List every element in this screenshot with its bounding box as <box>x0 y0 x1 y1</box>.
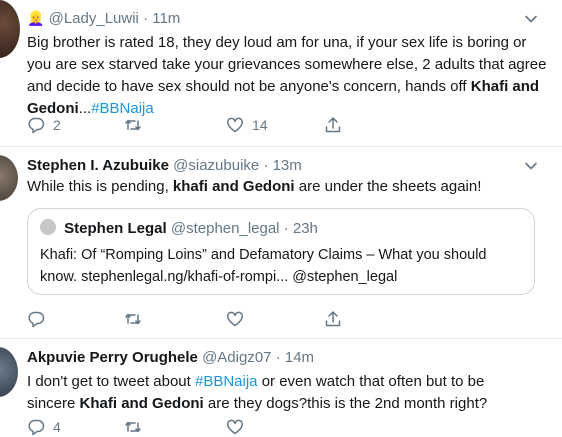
reply-icon <box>28 419 45 436</box>
tweet-text: I don't get to tweet about #BBNaija or e… <box>27 371 487 415</box>
share-icon <box>325 117 341 133</box>
tweet-3[interactable]: Akpuvie Perry Orughele @Adigz07 · 14m I … <box>0 339 562 437</box>
tweet-line: sincere Khafi and Gedoni are they dogs?t… <box>27 395 488 412</box>
share-button[interactable] <box>324 115 342 135</box>
reply-icon <box>28 117 45 134</box>
bold-text: Khafi and <box>470 78 540 95</box>
tweet-line: and decide to have sex should not be any… <box>27 78 540 95</box>
retweet-icon <box>125 119 141 131</box>
share-button[interactable] <box>324 309 342 329</box>
tweet-1[interactable]: 👱‍♀️ @Lady_Luwii · 11m Big brother is ra… <box>0 0 562 146</box>
quoted-handle: @stephen_legal <box>170 220 280 237</box>
tweet-text: While this is pending, khafi and Gedoni … <box>27 178 482 195</box>
tweet-line: Gedoni...#BBNaija <box>27 100 154 117</box>
quoted-tweet[interactable]: Stephen Legal @stephen_legal · 23h Khafi… <box>27 208 535 295</box>
tweet-time[interactable]: · 11m <box>143 10 180 27</box>
avatar[interactable] <box>0 0 20 58</box>
reply-button[interactable] <box>27 309 45 329</box>
tweet-author-name[interactable]: Stephen I. Azubuike <box>27 157 169 174</box>
retweet-button[interactable] <box>124 115 142 135</box>
tweet-author-name[interactable]: Akpuvie Perry Orughele <box>27 349 198 366</box>
bold-text: Khafi and Gedoni <box>79 395 204 412</box>
bold-text: khafi and Gedoni <box>172 178 295 195</box>
like-button[interactable] <box>226 417 244 437</box>
hashtag-link[interactable]: #BBNaija <box>91 100 154 117</box>
reply-icon <box>28 311 45 328</box>
reply-count: 4 <box>53 419 61 435</box>
avatar[interactable] <box>0 347 18 397</box>
tweet-handle[interactable]: @siazubuike <box>173 157 259 174</box>
retweet-icon <box>125 421 141 433</box>
reply-count: 2 <box>53 117 61 133</box>
like-button[interactable] <box>226 309 244 329</box>
reply-button[interactable]: 4 <box>27 417 61 437</box>
tweet-time[interactable]: · 13m <box>263 157 301 174</box>
like-icon <box>227 311 243 327</box>
tweet-line: Big brother is rated 18, they dey loud a… <box>27 34 527 51</box>
share-icon <box>325 311 341 327</box>
tweet-line: you are sex starved take your grievances… <box>27 56 547 73</box>
quoted-time: · 23h <box>283 220 318 237</box>
avatar <box>40 219 56 235</box>
tweet-handle[interactable]: @Adigz07 <box>202 349 271 366</box>
retweet-button[interactable] <box>124 309 142 329</box>
tweet-time[interactable]: · 14m <box>276 349 314 366</box>
reply-button[interactable]: 2 <box>27 115 61 135</box>
avatar[interactable] <box>0 155 18 201</box>
tweet-handle[interactable]: @Lady_Luwii <box>49 10 139 27</box>
tweet-line: I don't get to tweet about #BBNaija or e… <box>27 373 485 390</box>
like-button[interactable]: 14 <box>226 115 268 135</box>
chevron-down-icon[interactable] <box>522 157 540 175</box>
like-count: 14 <box>252 117 268 133</box>
hashtag-link[interactable]: #BBNaija <box>195 373 258 390</box>
quoted-text: Khafi: Of “Romping Loins” and Defamatory… <box>40 247 487 285</box>
retweet-icon <box>125 313 141 325</box>
emoji-icon: 👱‍♀️ <box>27 10 45 26</box>
chevron-down-icon[interactable] <box>522 10 540 28</box>
tweet-text: Big brother is rated 18, they dey loud a… <box>27 32 546 120</box>
like-icon <box>227 419 243 435</box>
like-icon <box>227 117 243 133</box>
quoted-author-name: Stephen Legal <box>64 220 167 237</box>
retweet-button[interactable] <box>124 417 142 437</box>
